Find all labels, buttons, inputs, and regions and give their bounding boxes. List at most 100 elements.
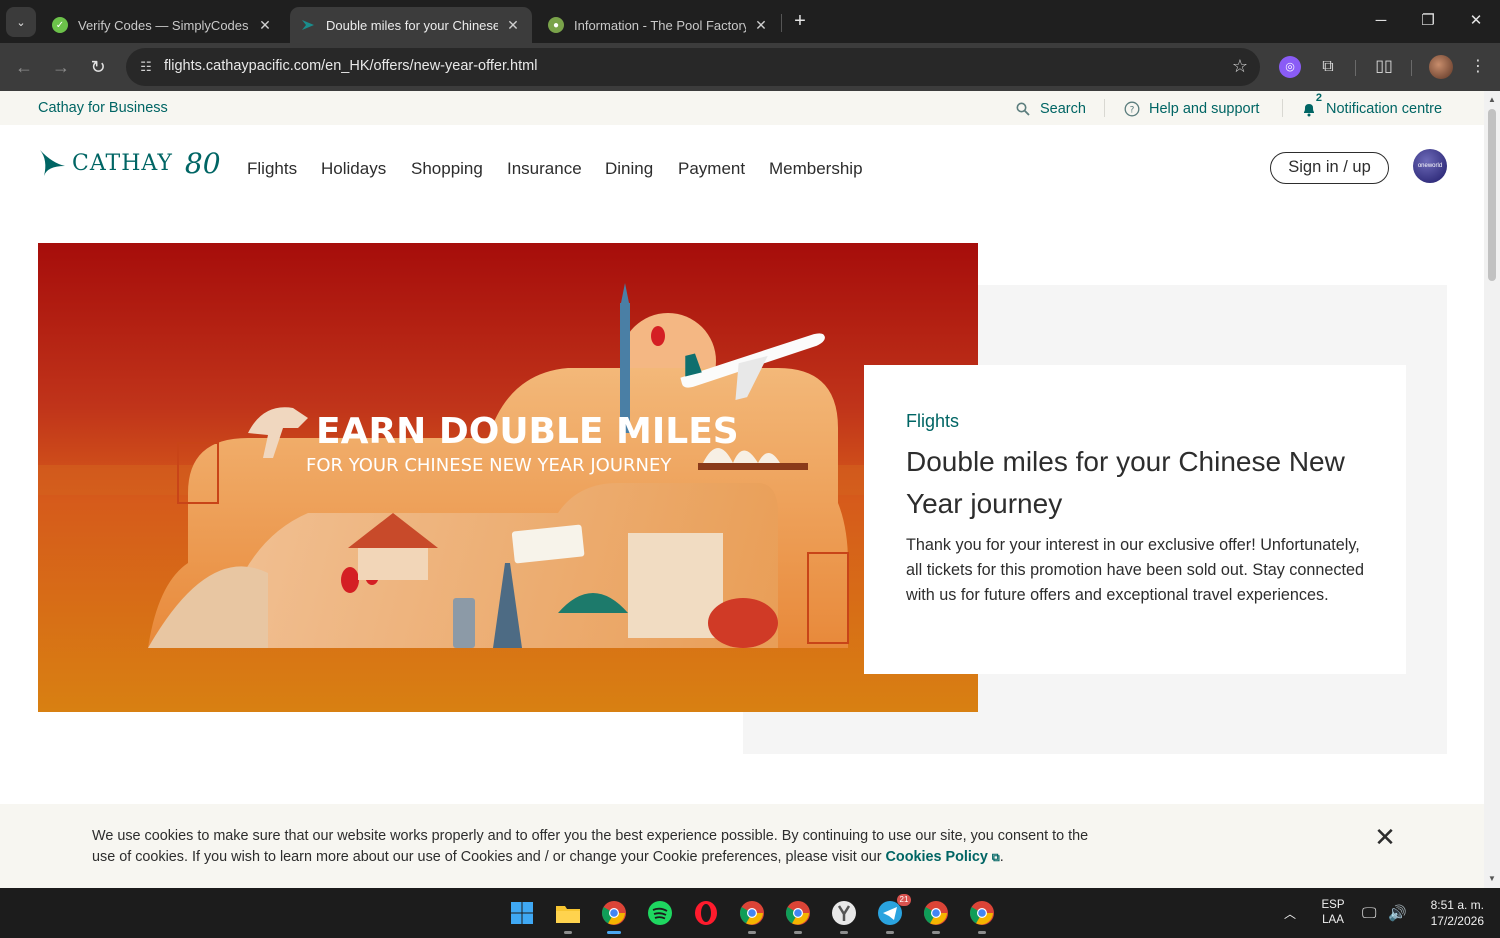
- extensions-puzzle-icon[interactable]: ⧉: [1316, 55, 1340, 79]
- yandex-browser-icon[interactable]: [829, 898, 859, 934]
- scroll-down-arrow-icon[interactable]: ▼: [1487, 874, 1497, 884]
- scroll-up-arrow-icon[interactable]: ▲: [1487, 95, 1497, 105]
- reading-mode-icon[interactable]: ▯▯: [1372, 55, 1396, 79]
- logo-wordmark: CATHAY: [72, 150, 173, 176]
- tab-pool-factory[interactable]: ● Information - The Pool Factory ✕: [538, 7, 780, 43]
- clock-time: 8:51 a. m.: [1430, 898, 1484, 912]
- external-link-icon: ⧉: [991, 852, 1000, 864]
- volume-icon[interactable]: 🔊: [1388, 888, 1408, 938]
- telegram-icon[interactable]: 21: [875, 894, 911, 934]
- sign-in-button[interactable]: Sign in / up: [1270, 152, 1389, 184]
- help-and-support-link[interactable]: ? Help and support: [1123, 100, 1259, 118]
- nav-shopping[interactable]: Shopping: [411, 159, 483, 179]
- bookmark-star-icon[interactable]: ☆: [1232, 56, 1248, 77]
- search-link[interactable]: Search: [1014, 100, 1086, 118]
- banner-headline: EARN DOUBLE MILES: [316, 411, 739, 452]
- utility-separator: [1282, 99, 1283, 117]
- svg-text:?: ?: [1130, 106, 1135, 116]
- address-bar[interactable]: ☷ flights.cathaypacific.com/en_HK/offers…: [126, 48, 1260, 86]
- running-indicator: [794, 931, 802, 934]
- tab-title: Verify Codes — SimplyCodes: [78, 17, 249, 33]
- cookies-policy-link[interactable]: Cookies Policy ⧉: [886, 849, 1000, 865]
- logo-anniversary-mark: 80: [184, 146, 221, 180]
- network-icon[interactable]: 🖵: [1362, 888, 1382, 938]
- search-label: Search: [1040, 101, 1086, 117]
- profile-avatar[interactable]: [1429, 55, 1453, 79]
- windows-start-icon[interactable]: [507, 898, 537, 928]
- toolbar-separator: [1411, 60, 1412, 76]
- new-tab-button[interactable]: +: [788, 8, 812, 34]
- web-page: Cathay for Business Search ? Help and su…: [0, 91, 1484, 888]
- back-button[interactable]: ←: [11, 54, 37, 80]
- running-indicator: [886, 931, 894, 934]
- site-info-icon[interactable]: ☷: [136, 57, 156, 77]
- reload-button[interactable]: ↻: [85, 54, 111, 80]
- cathay-logo[interactable]: CATHAY 80: [38, 145, 221, 181]
- browser-toolbar: ← → ↻ ☷ flights.cathaypacific.com/en_HK/…: [0, 43, 1500, 91]
- cookie-text-end: .: [999, 849, 1004, 865]
- close-window-button[interactable]: ✕: [1461, 8, 1491, 34]
- browser-tab-bar: ⌄ ✓ Verify Codes — SimplyCodes ✕ Double …: [0, 0, 1500, 43]
- close-cookie-banner-button[interactable]: ✕: [1373, 824, 1397, 850]
- nav-dining[interactable]: Dining: [605, 159, 653, 179]
- file-explorer-icon[interactable]: [553, 898, 583, 934]
- main-navigation: CATHAY 80 Flights Holidays Shopping Insu…: [0, 125, 1484, 205]
- running-indicator: [932, 931, 940, 934]
- help-label: Help and support: [1149, 101, 1260, 117]
- pool-factory-favicon-icon: ●: [548, 17, 564, 33]
- chrome-profile-icon[interactable]: [783, 898, 813, 934]
- bell-icon: 2: [1300, 92, 1322, 118]
- close-tab-icon[interactable]: ✕: [256, 17, 274, 34]
- close-tab-icon[interactable]: ✕: [752, 17, 770, 34]
- toolbar-separator: [1355, 60, 1356, 76]
- telegram-unread-badge: 21: [897, 894, 911, 906]
- clock-date: 17/2/2026: [1430, 914, 1484, 928]
- tab-cathay[interactable]: Double miles for your Chinese N ✕: [290, 7, 532, 43]
- url-text[interactable]: flights.cathaypacific.com/en_HK/offers/n…: [164, 58, 537, 74]
- tab-search-button[interactable]: ⌄: [6, 7, 36, 37]
- hero-banner-image: EARN DOUBLE MILES FOR YOUR CHINESE NEW Y…: [38, 243, 978, 712]
- chrome-profile-icon[interactable]: [967, 898, 997, 934]
- utility-separator: [1104, 99, 1105, 117]
- cookie-banner: We use cookies to make sure that our web…: [0, 804, 1484, 888]
- nav-payment[interactable]: Payment: [678, 159, 745, 179]
- extension-icon[interactable]: ◎: [1279, 56, 1301, 78]
- banner-subline: FOR YOUR CHINESE NEW YEAR JOURNEY: [306, 455, 672, 476]
- scrollbar-thumb[interactable]: [1488, 109, 1496, 281]
- nav-holidays[interactable]: Holidays: [321, 159, 386, 179]
- running-indicator: [840, 931, 848, 934]
- tab-title: Information - The Pool Factory: [574, 17, 746, 33]
- chrome-profile-icon[interactable]: [737, 898, 767, 934]
- language-code: ESP: [1321, 899, 1345, 911]
- running-indicator: [607, 931, 621, 934]
- chrome-icon[interactable]: [599, 898, 629, 934]
- notification-count: 2: [1315, 92, 1322, 104]
- input-language-indicator[interactable]: ESP LAA: [1320, 898, 1346, 928]
- restore-button[interactable]: ❐: [1413, 8, 1443, 34]
- cathay-for-business-link[interactable]: Cathay for Business: [38, 100, 168, 116]
- close-tab-icon[interactable]: ✕: [504, 17, 522, 34]
- show-hidden-icons-chevron-icon[interactable]: ︿: [1284, 888, 1302, 938]
- nav-membership[interactable]: Membership: [769, 159, 863, 179]
- tab-simplycodes[interactable]: ✓ Verify Codes — SimplyCodes ✕: [42, 7, 284, 43]
- opera-icon[interactable]: [691, 898, 721, 928]
- nav-flights[interactable]: Flights: [247, 159, 297, 179]
- keyboard-layout: LAA: [1322, 914, 1344, 926]
- minimize-button[interactable]: ─: [1366, 8, 1396, 34]
- system-clock[interactable]: 8:51 a. m. 17/2/2026: [1420, 897, 1484, 929]
- nav-insurance[interactable]: Insurance: [507, 159, 582, 179]
- offer-category: Flights: [906, 411, 960, 431]
- tab-separator: [781, 14, 782, 32]
- cathay-brushwing-icon: [40, 150, 65, 176]
- offer-description: Thank you for your interest in our exclu…: [906, 536, 1365, 604]
- browser-menu-icon[interactable]: ⋮: [1466, 55, 1490, 79]
- cathay-favicon-icon: [300, 17, 316, 33]
- page-scrollbar[interactable]: ▲ ▼: [1484, 91, 1500, 888]
- cookies-policy-label: Cookies Policy: [885, 849, 988, 865]
- windows-taskbar: 21 ︿ ESP LAA 🖵 🔊 8:51 a. m. 17/2/2026: [0, 888, 1500, 938]
- forward-button[interactable]: →: [48, 54, 74, 80]
- oneworld-logo[interactable]: oneworld: [1413, 149, 1447, 183]
- notification-centre-link[interactable]: 2 Notification centre: [1300, 92, 1442, 118]
- chrome-profile-icon[interactable]: [921, 898, 951, 934]
- spotify-icon[interactable]: [645, 898, 675, 928]
